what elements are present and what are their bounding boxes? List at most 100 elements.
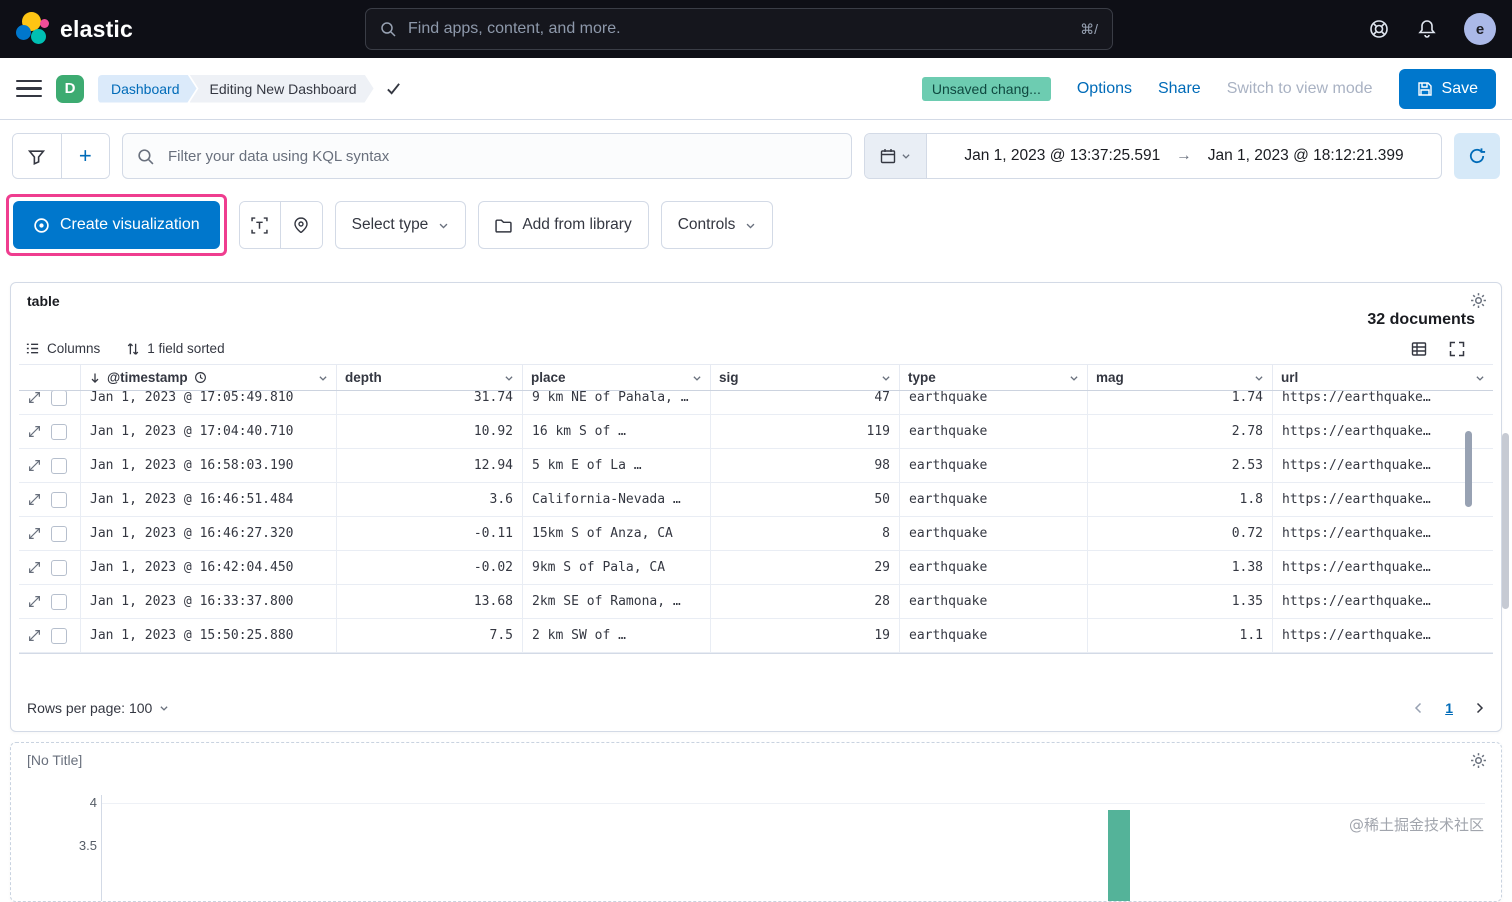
- chevron-down-icon[interactable]: [1069, 373, 1079, 383]
- cell-depth: 13.68: [337, 585, 523, 618]
- saved-query-menu-button[interactable]: [13, 134, 62, 178]
- expand-row-icon[interactable]: [28, 629, 41, 642]
- column-header-place[interactable]: place: [523, 365, 711, 390]
- chevron-down-icon[interactable]: [1254, 373, 1264, 383]
- columns-button[interactable]: Columns: [25, 341, 100, 356]
- page-scrollbar[interactable]: [1502, 433, 1509, 609]
- expand-row-icon[interactable]: [28, 391, 41, 404]
- row-controls: [19, 585, 81, 618]
- column-header-url[interactable]: url: [1273, 365, 1493, 390]
- cell-mag: 2.78: [1088, 415, 1273, 448]
- expand-row-icon[interactable]: [28, 527, 41, 540]
- page-number[interactable]: 1: [1445, 700, 1453, 716]
- create-visualization-button[interactable]: Create visualization: [13, 201, 220, 249]
- row-checkbox[interactable]: [51, 627, 67, 644]
- controls-button[interactable]: Controls: [660, 201, 774, 249]
- gear-icon[interactable]: [1470, 292, 1487, 309]
- sort-desc-icon: [89, 372, 101, 384]
- kql-filter-input-wrap: [122, 133, 852, 179]
- cell-type: earthquake: [900, 449, 1088, 482]
- chevron-down-icon[interactable]: [318, 373, 328, 383]
- table-panel: table 32 documents Columns 1 field sorte…: [10, 282, 1502, 732]
- select-type-button[interactable]: Select type: [334, 201, 467, 249]
- plus-icon: +: [78, 143, 92, 168]
- cell-depth: -0.11: [337, 517, 523, 550]
- bar[interactable]: [1108, 810, 1130, 901]
- add-from-library-button[interactable]: Add from library: [478, 201, 649, 249]
- chevron-down-icon[interactable]: [1475, 373, 1485, 383]
- column-header-mag[interactable]: mag: [1088, 365, 1273, 390]
- grid-scrollbar[interactable]: [1465, 431, 1472, 507]
- row-checkbox[interactable]: [51, 593, 67, 610]
- cell-timestamp: Jan 1, 2023 @ 15:50:25.880: [81, 619, 337, 652]
- notifications-icon[interactable]: [1416, 18, 1438, 40]
- row-checkbox[interactable]: [51, 423, 67, 440]
- kql-filter-input[interactable]: [166, 146, 837, 166]
- previous-page-icon[interactable]: [1413, 702, 1425, 714]
- fullscreen-icon[interactable]: [1449, 341, 1465, 357]
- gear-icon[interactable]: [1470, 752, 1487, 769]
- date-end[interactable]: Jan 1, 2023 @ 18:12:21.399: [1208, 147, 1404, 165]
- expand-row-icon[interactable]: [28, 425, 41, 438]
- options-button[interactable]: Options: [1077, 80, 1132, 98]
- column-label: depth: [345, 370, 382, 385]
- save-button[interactable]: Save: [1398, 68, 1496, 109]
- bar-chart: 4 3.5: [11, 781, 1501, 901]
- elastic-logo[interactable]: elastic: [16, 12, 133, 46]
- global-search-input[interactable]: [406, 19, 1071, 39]
- breadcrumb-dashboard[interactable]: Dashboard: [98, 75, 197, 103]
- y-axis-tick: 4: [89, 795, 97, 810]
- chevron-down-icon[interactable]: [692, 373, 702, 383]
- next-page-icon[interactable]: [1473, 702, 1485, 714]
- user-avatar[interactable]: e: [1464, 13, 1496, 45]
- chevron-down-icon[interactable]: [881, 373, 891, 383]
- column-header-depth[interactable]: depth: [337, 365, 523, 390]
- column-header-sig[interactable]: sig: [711, 365, 900, 390]
- rows-per-page-button[interactable]: Rows per page: 100: [27, 700, 169, 716]
- sort-fields-button[interactable]: 1 field sorted: [126, 341, 225, 356]
- dashboard-header: D Dashboard Editing New Dashboard Unsave…: [0, 58, 1512, 120]
- expand-row-icon[interactable]: [28, 561, 41, 574]
- column-header-timestamp[interactable]: @timestamp: [81, 365, 337, 390]
- expand-row-icon[interactable]: [28, 493, 41, 506]
- annotation-tool-button[interactable]: [239, 202, 281, 248]
- check-icon[interactable]: [386, 81, 401, 96]
- controls-label: Controls: [677, 216, 736, 233]
- column-label: url: [1281, 370, 1299, 385]
- grid-density-icon[interactable]: [1411, 341, 1427, 357]
- expand-row-icon[interactable]: [28, 459, 41, 472]
- cell-place: 15km S of Anza, CA: [523, 517, 711, 550]
- space-badge[interactable]: D: [56, 74, 84, 103]
- cell-place: 9km S of Pala, CA: [523, 551, 711, 584]
- row-controls: [19, 551, 81, 584]
- date-start[interactable]: Jan 1, 2023 @ 13:37:25.591: [964, 147, 1160, 165]
- row-checkbox[interactable]: [51, 491, 67, 508]
- grid-body: Jan 1, 2023 @ 17:05:49.810 31.74 9 km NE…: [19, 391, 1493, 654]
- row-checkbox[interactable]: [51, 457, 67, 474]
- row-checkbox[interactable]: [51, 391, 67, 406]
- refresh-button[interactable]: [1454, 133, 1500, 179]
- table-row: Jan 1, 2023 @ 15:50:25.880 7.5 2 km SW o…: [19, 619, 1493, 653]
- date-quick-select-button[interactable]: [865, 134, 927, 178]
- cell-timestamp: Jan 1, 2023 @ 16:46:27.320: [81, 517, 337, 550]
- sort-icon: [126, 342, 140, 356]
- cell-timestamp: Jan 1, 2023 @ 16:46:51.484: [81, 483, 337, 516]
- map-tool-button[interactable]: [280, 202, 322, 248]
- help-icon[interactable]: [1368, 18, 1390, 40]
- global-search[interactable]: ⌘/: [365, 8, 1113, 50]
- menu-icon[interactable]: [16, 76, 42, 102]
- expand-row-icon[interactable]: [28, 595, 41, 608]
- row-checkbox[interactable]: [51, 559, 67, 576]
- switch-view-mode-button[interactable]: Switch to view mode: [1227, 80, 1373, 98]
- column-label: mag: [1096, 370, 1124, 385]
- add-filter-button[interactable]: +: [61, 134, 109, 178]
- documents-count: 32 documents: [1367, 311, 1475, 328]
- cell-type: earthquake: [900, 391, 1088, 414]
- share-button[interactable]: Share: [1158, 80, 1201, 98]
- save-icon: [1417, 81, 1433, 97]
- column-header-type[interactable]: type: [900, 365, 1088, 390]
- cell-sig: 28: [711, 585, 900, 618]
- row-checkbox[interactable]: [51, 525, 67, 542]
- chevron-down-icon[interactable]: [504, 373, 514, 383]
- annotation-icon: [251, 216, 268, 234]
